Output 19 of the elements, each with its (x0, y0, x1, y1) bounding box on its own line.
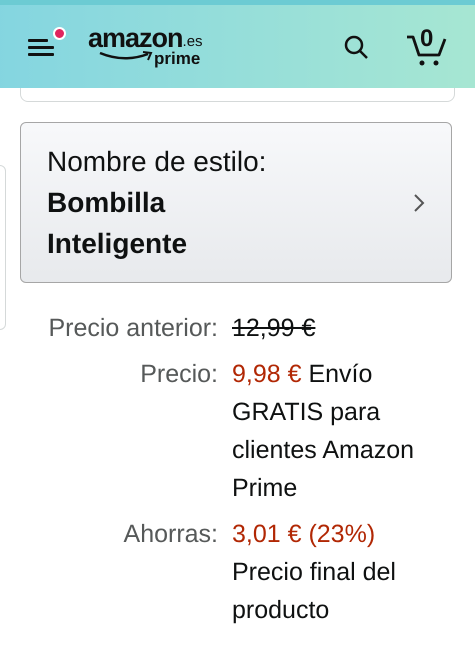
prime-label: prime (154, 50, 200, 67)
chevron-right-icon (413, 192, 425, 212)
smile-arrow-icon (98, 51, 154, 63)
menu-icon (28, 38, 56, 56)
price-text: 9,98 € Envío GRATIS para clientes Amazon Prime (232, 359, 416, 504)
cart-button[interactable]: 0 (405, 26, 447, 66)
price-amount: 12,99 € (232, 313, 316, 344)
style-label: Nombre de estilo: (47, 144, 268, 178)
price-label: Precio: (139, 359, 218, 390)
search-icon (343, 34, 369, 60)
logo-wordmark: amazon (88, 26, 183, 50)
style-value: Bombilla Inteligente (47, 186, 188, 261)
price-label: Precio anterior: (47, 313, 218, 344)
price-note: Precio final del producto (232, 557, 397, 626)
cart-count: 0 (420, 24, 434, 54)
style-selector[interactable]: Nombre de estilo: Bombilla Inteligente (20, 122, 452, 283)
price-label: Ahorras: (122, 519, 218, 550)
price-amount: 3,01 € (23%) (232, 519, 376, 550)
logo-domain: .es (182, 34, 203, 50)
